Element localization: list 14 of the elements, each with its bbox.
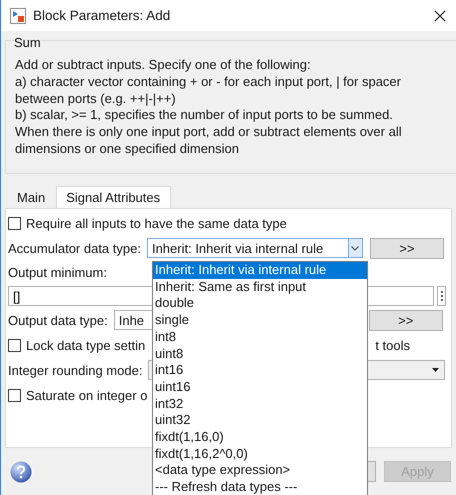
checkbox-label: Lock data type settin (26, 338, 146, 352)
description-text: When there is only one input port, add or subtract elements over all dimensions or one specified dimension (15, 124, 403, 158)
checkbox-label: Require all inputs to have the same data type (26, 216, 287, 230)
field-label: Accumulator data type: (8, 240, 141, 256)
group-title: Sum (13, 35, 42, 51)
description-text: a) character vector containing + or - for each input port, | for spacer between ports (e.g. ++|-|++) (15, 74, 402, 108)
checkbox-label: Saturate on integer o (26, 388, 148, 402)
window-title: Block Parameters: Add (33, 8, 170, 23)
description-text: b) scalar, >= 1, specifies the number of input ports to be summed. (15, 107, 394, 124)
field-label: Output data type: (8, 312, 108, 328)
field-label: Output minimum: (8, 265, 107, 281)
description-text: Add or subtract inputs. Specify one of the following: (15, 57, 312, 74)
field-label: Integer rounding mode: (8, 362, 142, 378)
checkbox-label: t tools (375, 338, 410, 352)
